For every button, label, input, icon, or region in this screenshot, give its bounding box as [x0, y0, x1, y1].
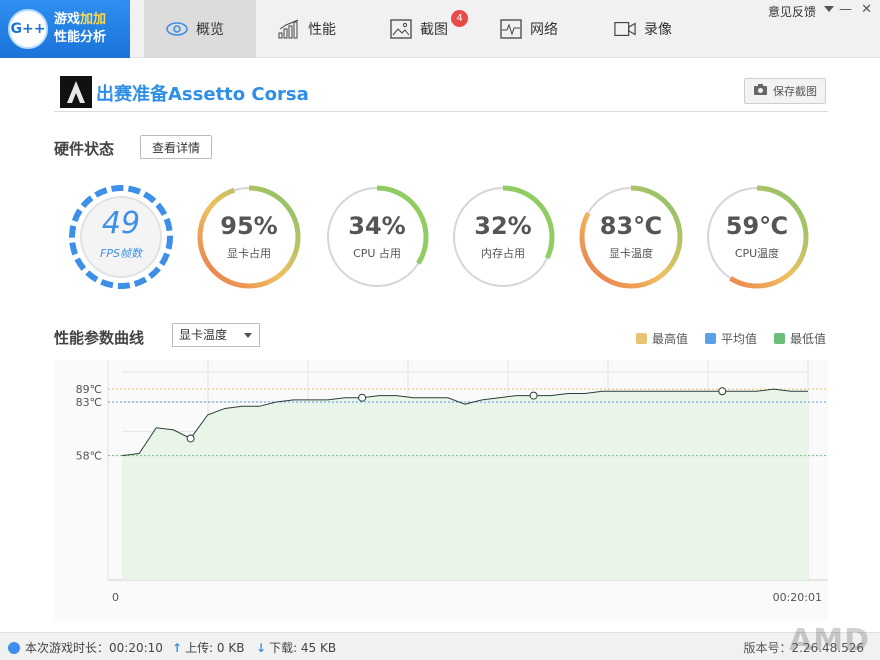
y-tick-label: 89℃: [76, 383, 102, 396]
tab-label: 网络: [530, 22, 558, 38]
eye-icon: [166, 19, 188, 39]
logo-line1a: 游戏: [54, 12, 81, 27]
gauge-label: CPU 占用: [353, 247, 401, 260]
legend-swatch: [774, 333, 785, 344]
tab-screenshots[interactable]: 截图 4: [390, 0, 490, 58]
x-tick-label-end: 00:20:01: [773, 591, 822, 604]
y-tick-label: 83℃: [76, 396, 102, 409]
screenshot-count-badge: 4: [451, 10, 468, 27]
logo-line2: 性能分析: [54, 30, 107, 45]
gauge-value: 83℃: [599, 212, 663, 240]
metric-select-value: 显卡温度: [179, 328, 228, 342]
upload-text: 上传: 0 KB: [185, 641, 245, 655]
tab-recording[interactable]: 录像: [614, 0, 714, 58]
gauge-label: FPS帧数: [100, 247, 142, 260]
data-point-marker: [186, 434, 195, 443]
duration-text: 本次游戏时长：00:20:10: [25, 641, 163, 655]
data-point-marker: [358, 393, 367, 402]
upload-stat: ↑ 上传: 0 KB: [172, 639, 244, 656]
logo-mark: G++: [8, 9, 48, 49]
gauge-gpu-usage: 95% 显卡占用: [194, 182, 304, 292]
gauge-value: 49: [101, 206, 141, 241]
picture-icon: [390, 19, 412, 39]
tab-label: 概览: [196, 22, 224, 38]
download-text: 下载: 45 KB: [269, 641, 337, 655]
logo-line1b: 加加: [80, 12, 107, 27]
metric-select[interactable]: 显卡温度: [172, 323, 260, 347]
save-screenshot-button[interactable]: 保存截图: [744, 78, 826, 104]
download-stat: ↓ 下载: 45 KB: [256, 639, 336, 656]
gauge-memory-usage: 32% 内存占用: [448, 182, 558, 292]
tab-label: 截图: [420, 22, 448, 38]
play-duration: 本次游戏时长：00:20:10: [8, 639, 163, 656]
gauge-value: 59℃: [725, 212, 789, 240]
x-tick-label-start: 0: [112, 591, 119, 604]
hardware-section-title: 硬件状态: [54, 140, 115, 158]
gauge-cpu-usage: 34% CPU 占用: [322, 182, 432, 292]
data-point-marker: [718, 387, 727, 396]
gauge-value: 34%: [348, 212, 406, 240]
gauge-gpu-temp: 83℃ 显卡温度: [576, 182, 686, 292]
legend-min: 最低值: [774, 330, 826, 347]
game-header: 出赛准备Assetto Corsa 保存截图: [54, 72, 828, 112]
gauge-label: 显卡温度: [609, 247, 653, 260]
chart-svg: 89℃83℃ 58℃ 0 00:20:01: [76, 360, 828, 604]
y-tick-label: 58℃: [76, 450, 102, 463]
tab-network[interactable]: 网络: [500, 0, 600, 58]
data-point-marker: [529, 391, 538, 400]
curve-section-title: 性能参数曲线: [54, 329, 145, 347]
gauge-cpu-temp: 59℃ CPU温度: [702, 182, 812, 292]
legend-avg: 平均值: [705, 330, 757, 347]
camera-icon: [753, 83, 768, 99]
video-icon: [614, 19, 636, 39]
legend-label: 平均值: [721, 332, 758, 346]
view-details-button[interactable]: 查看详情: [140, 135, 212, 159]
feedback-link[interactable]: 意见反馈: [768, 3, 816, 20]
series-area: [122, 389, 808, 580]
chevron-down-icon: [244, 333, 252, 338]
logo-text: 游戏加加 性能分析: [54, 11, 106, 47]
version-text: 版本号：2.26.48.526: [743, 641, 864, 655]
tab-label: 性能: [308, 22, 336, 38]
gauge-value: 32%: [474, 212, 532, 240]
legend-max: 最高值: [636, 330, 688, 347]
legend-swatch: [705, 333, 716, 344]
performance-chart: 89℃ 83℃ 58℃ 0 00:20:01: [54, 360, 828, 620]
tab-performance[interactable]: 性能: [278, 0, 378, 58]
game-cover-icon: [60, 76, 92, 108]
tab-overview[interactable]: 概览: [144, 0, 256, 58]
status-bar: 本次游戏时长：00:20:10 ↑ 上传: 0 KB ↓ 下载: 45 KB A…: [0, 623, 880, 660]
pulse-icon: [500, 19, 522, 39]
gauge-label: CPU温度: [734, 247, 780, 260]
game-title: 出赛准备Assetto Corsa: [96, 84, 309, 105]
clock-icon: [8, 641, 20, 654]
gauge-fps: 49 FPS帧数: [66, 182, 176, 292]
minimize-button[interactable]: —: [839, 2, 852, 17]
gauge-label: 内存占用: [481, 247, 525, 260]
legend-label: 最低值: [790, 332, 827, 346]
tab-label: 录像: [644, 22, 672, 38]
close-button[interactable]: ✕: [861, 2, 872, 17]
top-bar: G++ 游戏加加 性能分析 概览 性能 截图 4 网络 录像 意见反馈 — ✕: [0, 0, 880, 58]
save-screenshot-label: 保存截图: [773, 85, 817, 98]
download-arrow-icon: ↓: [256, 640, 267, 655]
app-logo: G++ 游戏加加 性能分析: [0, 0, 130, 58]
chevron-down-icon[interactable]: [824, 6, 834, 12]
gauge-value: 95%: [220, 212, 278, 240]
bar-chart-icon: [278, 19, 300, 39]
gauge-label: 显卡占用: [227, 247, 271, 260]
upload-arrow-icon: ↑: [172, 640, 183, 655]
legend-label: 最高值: [652, 332, 689, 346]
legend-swatch: [636, 333, 647, 344]
